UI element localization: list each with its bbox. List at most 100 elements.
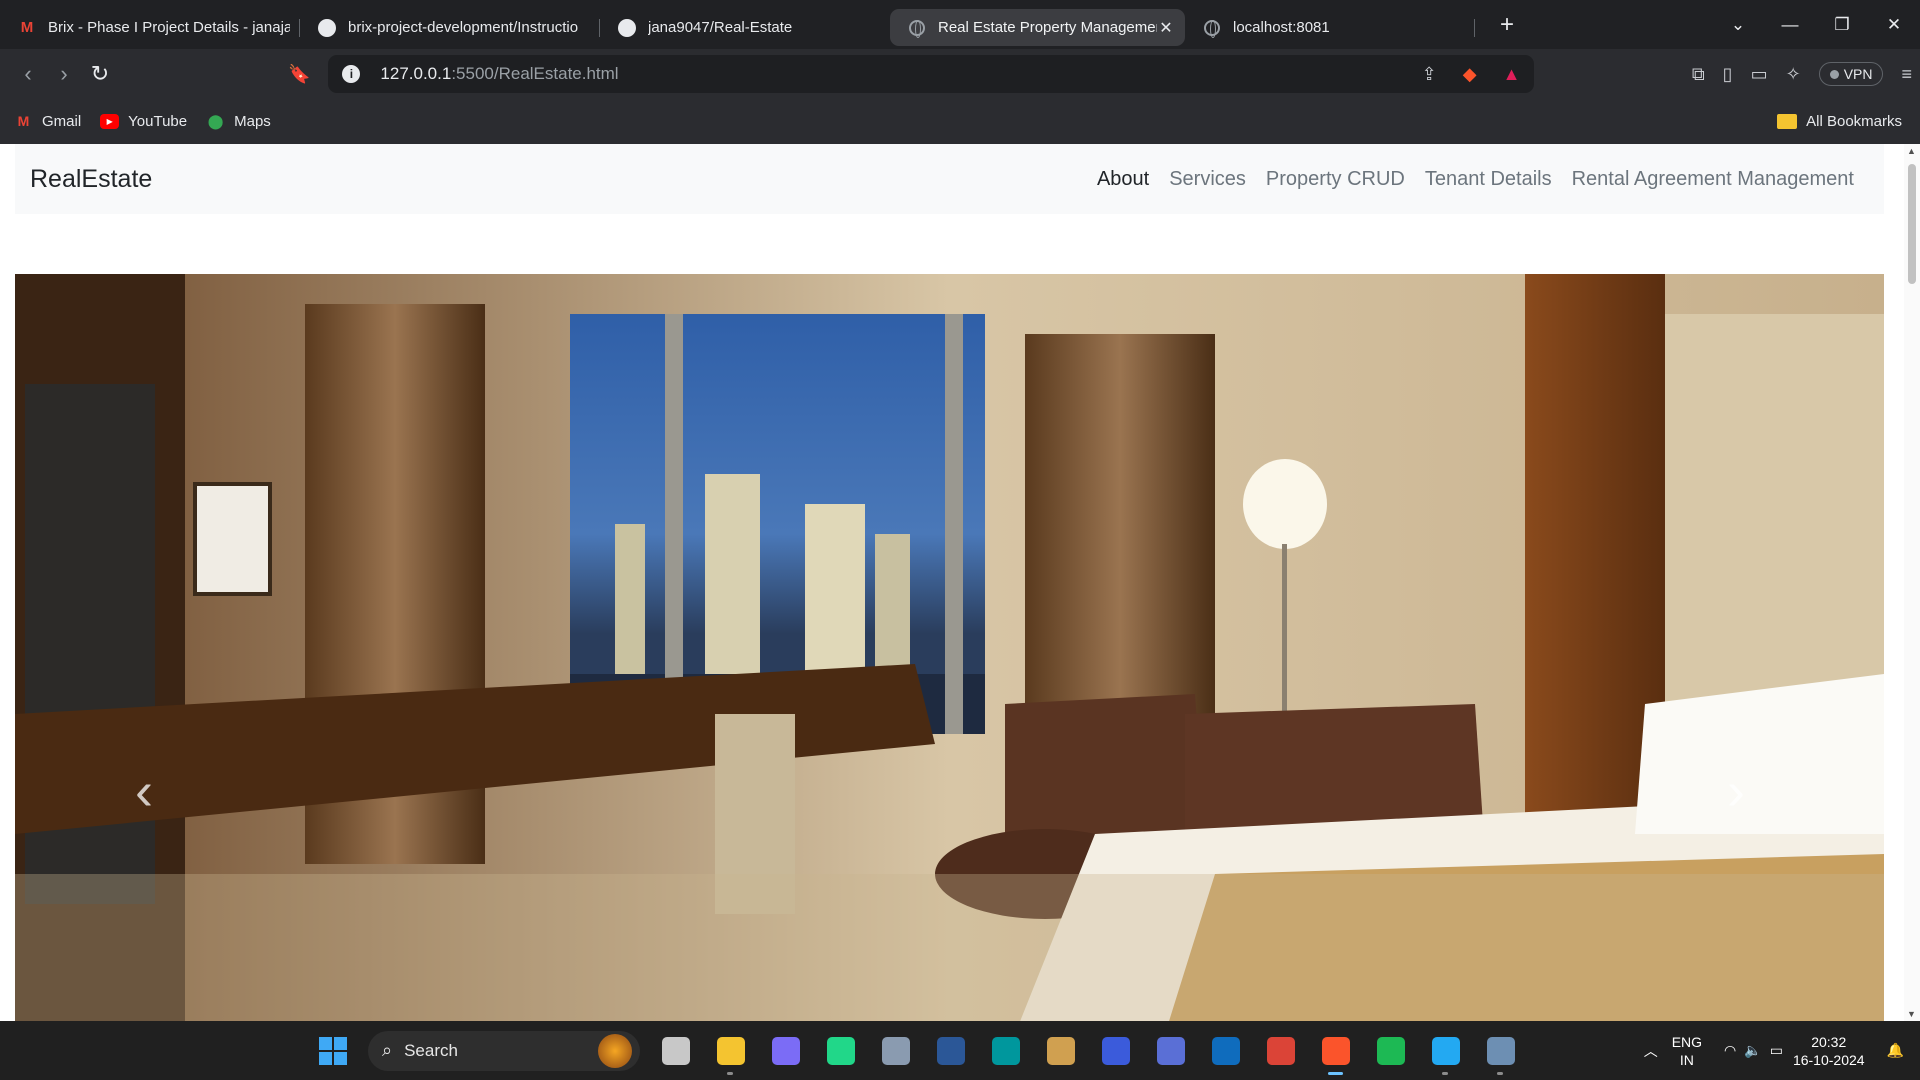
globe-icon	[908, 19, 926, 38]
web-page: RealEstate About Services Property CRUD …	[0, 144, 1920, 1021]
nav-link-property-crud[interactable]: Property CRUD	[1266, 168, 1405, 191]
taskbar-app-task-view[interactable]	[648, 1021, 703, 1080]
page-scrollbar[interactable]: ▲ ▼	[1904, 144, 1920, 1021]
taskbar-app-pycharm[interactable]	[813, 1021, 868, 1080]
url-text[interactable]: 127.0.0.1:5500/RealEstate.html	[380, 64, 1395, 84]
battery-icon[interactable]: ▭	[1770, 1042, 1783, 1059]
github-icon	[618, 18, 636, 37]
globe-icon	[1203, 19, 1221, 38]
nav-link-about[interactable]: About	[1097, 168, 1149, 191]
taskbar-app-vscode[interactable]	[1418, 1021, 1473, 1080]
system-tray: ︿ ENG IN ◠ 🔈 ▭ 20:32 16-10-2024 🔔	[1636, 1021, 1920, 1080]
mathtype-icon	[1101, 1036, 1130, 1065]
window-controls: ⌄ — ❐ ✕	[1712, 0, 1920, 49]
site-brand[interactable]: RealEstate	[30, 165, 152, 194]
tab-localhost[interactable]: localhost:8081	[1185, 9, 1475, 46]
taskbar-app-word[interactable]	[923, 1021, 978, 1080]
tab-gmail[interactable]: M Brix - Phase I Project Details - janaj…	[0, 9, 300, 46]
taskbar-app-file-explorer[interactable]	[703, 1021, 758, 1080]
brave-icon	[1321, 1036, 1350, 1065]
input-language[interactable]: ENG IN	[1672, 1033, 1702, 1069]
notification-bell-icon[interactable]: 🔔	[1887, 1042, 1904, 1059]
tab-github-real-estate[interactable]: jana9047/Real-Estate	[600, 9, 890, 46]
tab-real-estate-active[interactable]: Real Estate Property Management ✕	[890, 9, 1185, 46]
taskbar-app-chrome[interactable]	[1253, 1021, 1308, 1080]
taskbar-app-brave[interactable]	[1308, 1021, 1363, 1080]
search-label: Search	[404, 1040, 458, 1060]
browser-tools: ⧉ ▯ ▭ ✧ VPN ≡	[1674, 62, 1912, 86]
clock[interactable]: 20:32 16-10-2024	[1793, 1033, 1865, 1069]
bookmark-icon[interactable]: 🔖	[288, 64, 310, 85]
site-info-icon[interactable]: i	[342, 65, 361, 83]
hotel-room-photo	[15, 274, 1884, 1021]
chrome-icon	[1266, 1036, 1295, 1065]
taskbar-app-outlook[interactable]	[1198, 1021, 1253, 1080]
minimize-icon[interactable]: —	[1764, 15, 1816, 35]
nav-link-services[interactable]: Services	[1169, 168, 1246, 191]
tab-github-instructions[interactable]: brix-project-development/Instructio	[300, 9, 600, 46]
bookmark-maps[interactable]: ⬤ Maps	[206, 113, 271, 130]
nav-link-tenant-details[interactable]: Tenant Details	[1425, 168, 1552, 191]
carousel-prev-icon[interactable]: ‹	[135, 764, 153, 818]
tray-overflow-chevron-icon[interactable]: ︿	[1644, 1041, 1658, 1061]
tab-label: Real Estate Property Management	[938, 19, 1157, 36]
restore-icon[interactable]: ❐	[1816, 15, 1868, 35]
clock-date: 16-10-2024	[1792, 1051, 1865, 1068]
tab-label: jana9047/Real-Estate	[648, 19, 793, 36]
carousel-next-icon[interactable]: ›	[1727, 764, 1745, 818]
carousel-image: ‹ ›	[15, 274, 1884, 1021]
taskbar-app-network-app[interactable]	[1473, 1021, 1528, 1080]
taskbar-app-copilot[interactable]	[758, 1021, 813, 1080]
menu-icon[interactable]: ≡	[1901, 64, 1912, 85]
browser-tab-strip: M Brix - Phase I Project Details - janaj…	[0, 0, 1920, 49]
close-window-icon[interactable]: ✕	[1868, 15, 1920, 35]
github-icon	[318, 18, 336, 37]
tab-label: Brix - Phase I Project Details - janaja	[48, 19, 290, 36]
scrollbar-thumb[interactable]	[1908, 164, 1916, 284]
search-icon: ⌕	[382, 1040, 393, 1060]
back-icon[interactable]: ‹	[10, 61, 46, 87]
leo-ai-icon[interactable]: ✧	[1786, 64, 1801, 85]
brave-shields-icon[interactable]: ◆	[1463, 64, 1477, 85]
nav-link-rental-agreement[interactable]: Rental Agreement Management	[1572, 168, 1854, 191]
wallet-icon[interactable]: ▭	[1751, 64, 1768, 85]
spotify-icon	[1376, 1036, 1405, 1065]
wifi-icon[interactable]: ◠	[1724, 1042, 1736, 1059]
stack-icon	[1156, 1036, 1185, 1065]
extensions-icon[interactable]: ⧉	[1692, 64, 1705, 85]
toolbar: ‹ › ↻ 🔖 i 127.0.0.1:5500/RealEstate.html…	[0, 49, 1920, 99]
close-tab-icon[interactable]: ✕	[1157, 18, 1175, 38]
word-icon	[936, 1036, 965, 1065]
vpn-label: VPN	[1843, 66, 1873, 82]
url-path: :5500/RealEstate.html	[451, 64, 619, 83]
address-bar[interactable]: i 127.0.0.1:5500/RealEstate.html ⇪ ◆ ▲	[328, 55, 1535, 93]
scroll-up-icon[interactable]: ▲	[1907, 146, 1916, 156]
taskbar-app-arduino[interactable]	[978, 1021, 1033, 1080]
task-view-icon	[661, 1036, 690, 1065]
pycharm-icon	[826, 1036, 855, 1065]
bookmark-label: Maps	[234, 113, 271, 130]
start-button[interactable]	[305, 1021, 360, 1080]
reload-icon[interactable]: ↻	[82, 61, 118, 87]
tab-label: brix-project-development/Instructio	[348, 19, 579, 36]
forward-icon[interactable]: ›	[46, 61, 82, 87]
language-label: ENG	[1671, 1033, 1703, 1050]
taskbar-search[interactable]: ⌕ Search	[368, 1030, 640, 1071]
vpn-button[interactable]: VPN	[1818, 62, 1884, 86]
taskbar-app-spotify[interactable]	[1363, 1021, 1418, 1080]
taskbar-apps: ⌕ Search	[305, 1021, 1528, 1080]
bookmark-gmail[interactable]: M Gmail	[14, 113, 82, 130]
scroll-down-icon[interactable]: ▼	[1907, 1009, 1916, 1019]
brave-rewards-icon[interactable]: ▲	[1503, 64, 1521, 85]
taskbar-app-stack[interactable]	[1143, 1021, 1198, 1080]
tab-search-chevron-icon[interactable]: ⌄	[1712, 15, 1764, 35]
new-tab-button[interactable]: +	[1487, 11, 1527, 39]
all-bookmarks-button[interactable]: All Bookmarks	[1777, 113, 1902, 130]
taskbar-app-tools[interactable]	[1033, 1021, 1088, 1080]
taskbar-app-mathtype[interactable]	[1088, 1021, 1143, 1080]
taskbar-app-settings[interactable]	[868, 1021, 923, 1080]
sidebar-icon[interactable]: ▯	[1723, 64, 1733, 85]
bookmark-youtube[interactable]: ▶ YouTube	[100, 113, 187, 130]
volume-icon[interactable]: 🔈	[1744, 1042, 1761, 1059]
share-icon[interactable]: ⇪	[1422, 64, 1437, 85]
